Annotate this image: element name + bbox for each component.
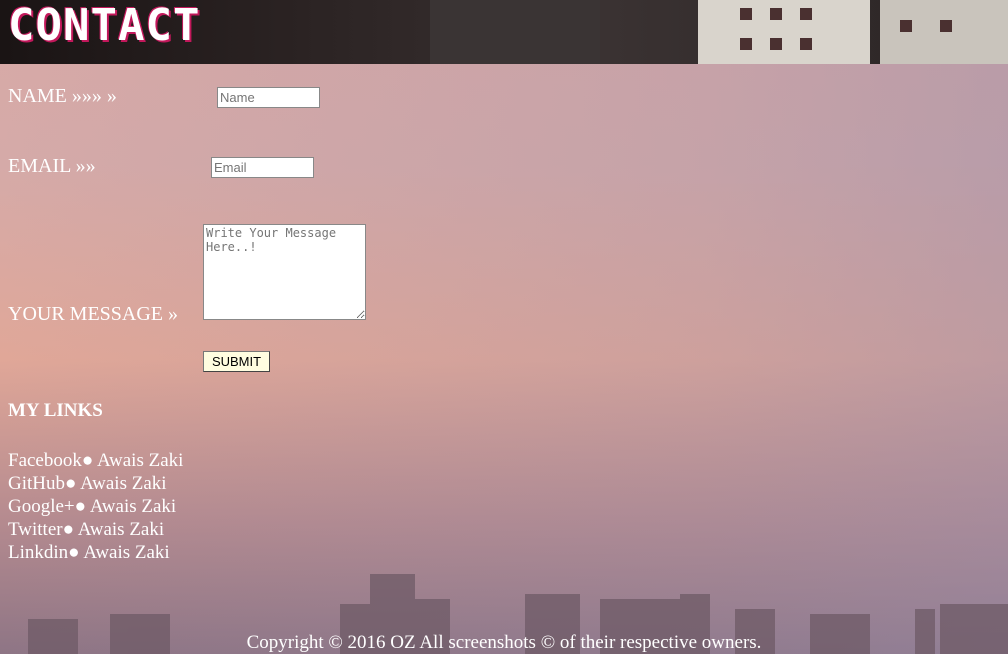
- github-link[interactable]: GitHub● Awais Zaki: [8, 473, 167, 494]
- header-banner: CONTACT: [0, 0, 1008, 64]
- name-input[interactable]: [217, 87, 320, 108]
- message-label: YOUR MESSAGE »: [8, 303, 179, 325]
- window: [940, 20, 952, 32]
- window: [800, 38, 812, 50]
- page-title: CONTACT: [8, 0, 201, 51]
- window: [770, 8, 782, 20]
- links-list: Facebook● Awais Zaki GitHub● Awais Zaki …: [8, 449, 183, 564]
- window: [900, 20, 912, 32]
- window: [800, 8, 812, 20]
- window: [740, 8, 752, 20]
- googleplus-link[interactable]: Google+● Awais Zaki: [8, 496, 176, 517]
- building: [698, 0, 870, 64]
- window: [770, 38, 782, 50]
- footer-copyright: Copyright © 2016 OZ All screenshots © of…: [246, 632, 762, 653]
- building: [430, 0, 600, 64]
- facebook-link[interactable]: Facebook● Awais Zaki: [8, 450, 183, 471]
- message-textarea[interactable]: [203, 224, 366, 320]
- building: [880, 0, 1008, 64]
- email-label: EMAIL »»: [8, 155, 96, 177]
- submit-button[interactable]: SUBMIT: [203, 351, 270, 372]
- window: [740, 38, 752, 50]
- linkedin-link[interactable]: Linkdin● Awais Zaki: [8, 542, 170, 563]
- links-heading: MY LINKS: [8, 400, 103, 421]
- name-label: NAME »»» »: [8, 85, 117, 107]
- twitter-link[interactable]: Twitter● Awais Zaki: [8, 519, 164, 540]
- email-input[interactable]: [211, 157, 314, 178]
